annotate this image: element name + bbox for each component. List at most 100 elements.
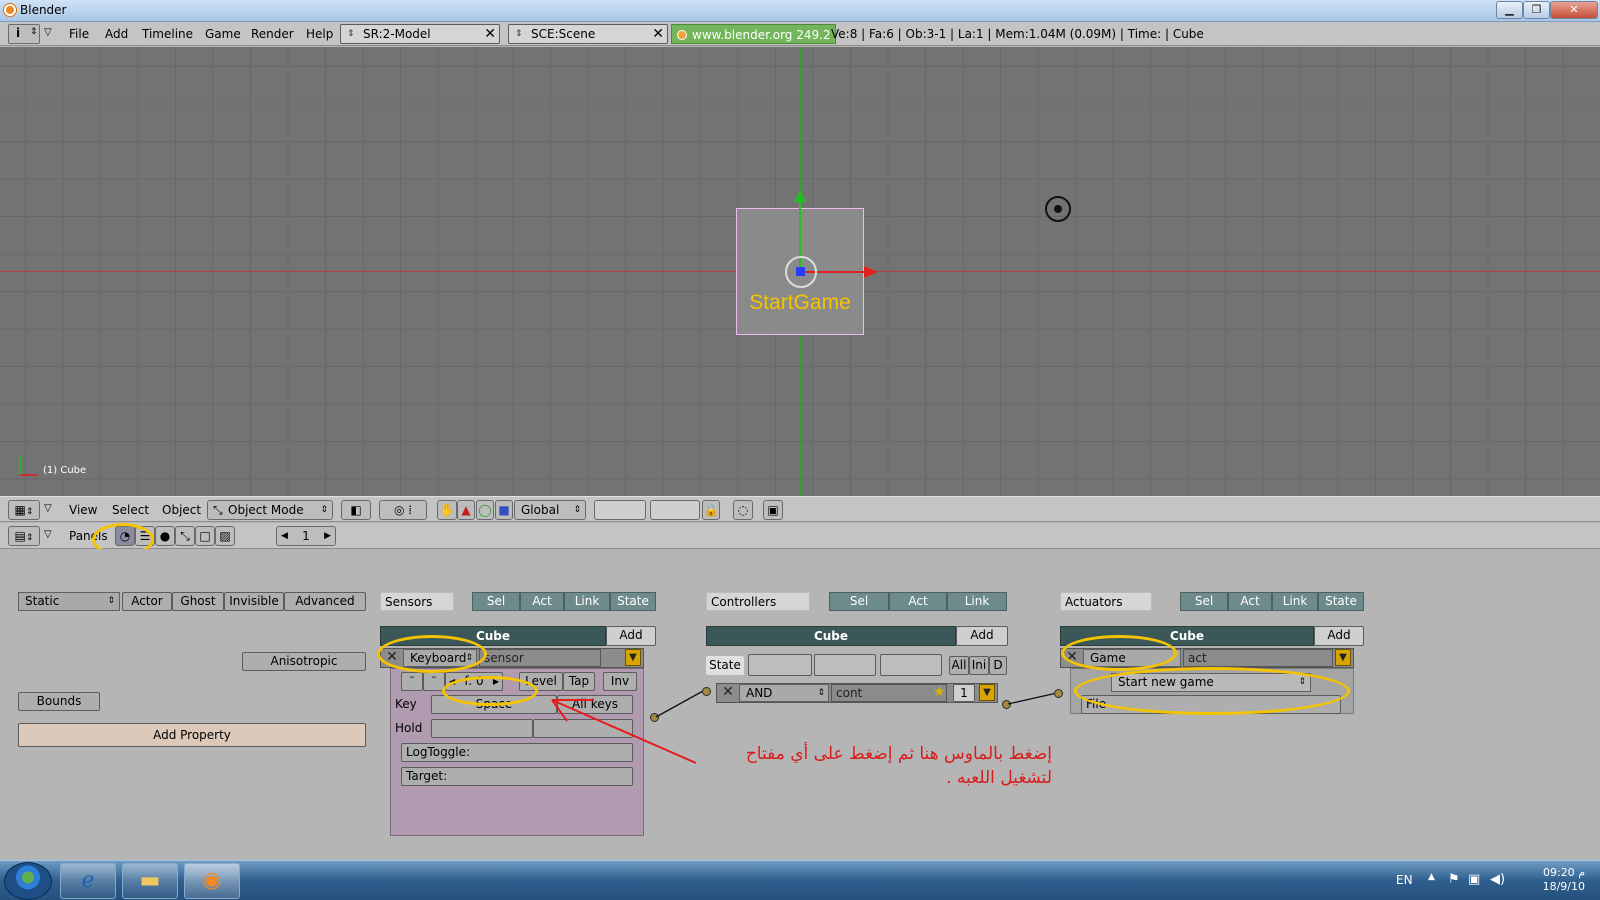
- lamp-icon[interactable]: [1045, 196, 1071, 222]
- start-button[interactable]: [4, 862, 52, 900]
- explorer-folder-icon[interactable]: ▬: [122, 863, 178, 899]
- sensor-controller-link: [655, 690, 704, 718]
- close-screen-icon[interactable]: ✕: [484, 25, 496, 43]
- actuator-input-connector[interactable]: [1054, 689, 1063, 698]
- blender-logo-icon: [4, 4, 16, 16]
- window-title: Blender: [20, 3, 67, 17]
- object-context-button[interactable]: ⤡: [175, 526, 195, 546]
- controller-input-connector[interactable]: [702, 687, 711, 696]
- menu-select[interactable]: Select: [112, 503, 149, 517]
- scene-name: SCE:Scene: [531, 27, 596, 41]
- image-icon: ▨: [219, 529, 231, 543]
- updown-icon: ⇕: [25, 533, 34, 543]
- clock[interactable]: 09:20 م 18/9/10: [1525, 866, 1585, 894]
- mode-selector[interactable]: ⤡ Object Mode ⇕: [207, 500, 333, 520]
- volume-icon[interactable]: ◀): [1490, 872, 1505, 887]
- collapse-triangle-icon[interactable]: ▽: [44, 529, 52, 540]
- editing-context-button[interactable]: □: [195, 526, 215, 546]
- close-button[interactable]: ✕: [1550, 1, 1598, 19]
- updown-icon: ⇕: [347, 29, 355, 39]
- layer-buttons-1[interactable]: [594, 500, 646, 520]
- instruction-line-1: إضغط بالماوس هنا ثم إضغط على أي مفتاح: [745, 744, 1052, 764]
- menu-game[interactable]: Game: [205, 27, 241, 41]
- triangle-icon: ▲: [461, 503, 471, 517]
- pacman-icon: ◔: [119, 529, 131, 543]
- ghost-icon: ◌: [737, 503, 749, 517]
- menu-file[interactable]: File: [69, 27, 89, 41]
- clock-time: 09:20 م: [1542, 866, 1585, 879]
- screen-name: SR:2-Model: [363, 27, 431, 41]
- logic-context-button[interactable]: ◔: [115, 526, 135, 546]
- rotate-button[interactable]: ◯: [476, 500, 494, 520]
- shading-context-button[interactable]: ●: [155, 526, 175, 546]
- collapse-triangle-icon[interactable]: ▽: [44, 27, 52, 38]
- maximize-button[interactable]: ❐: [1523, 1, 1550, 19]
- 3d-viewport[interactable]: StartGame (1) Cube: [0, 47, 1600, 496]
- menu-render[interactable]: Render: [251, 27, 294, 41]
- scale-button[interactable]: ■: [495, 500, 513, 520]
- occlusion-button[interactable]: ◌: [733, 500, 753, 520]
- logic-editor: Static ⇕ Actor Ghost Invisible Advanced …: [0, 549, 1600, 860]
- draw-type-button[interactable]: ◧: [341, 500, 371, 520]
- updown-icon: ⇕: [573, 505, 581, 515]
- menu-timeline[interactable]: Timeline: [142, 27, 193, 41]
- controller-actuator-link: [1007, 692, 1058, 705]
- instruction-line-2: لتشغيل اللعبه .: [946, 768, 1052, 788]
- updown-icon: ⇕: [30, 27, 38, 37]
- cube-draw-icon: ◧: [350, 503, 362, 517]
- menu-view[interactable]: View: [69, 503, 97, 517]
- right-arrow-icon[interactable]: ▶: [324, 527, 331, 545]
- blender-website-link[interactable]: www.blender.org 249.2: [671, 24, 836, 44]
- 3d-view-header: ▦⇕ ▽ View Select Object ⤡ Object Mode ⇕ …: [0, 496, 1600, 522]
- editor-type-button[interactable]: ▤⇕: [8, 526, 40, 546]
- frame-field[interactable]: ◀ 1 ▶: [276, 526, 336, 546]
- info-header: i ⇕ ▽ File Add Timeline Game Render Help…: [0, 22, 1600, 46]
- show-hidden-icons-icon[interactable]: ▲: [1428, 872, 1435, 882]
- buttons-window-icon: ▤: [14, 529, 26, 543]
- collapse-triangle-icon[interactable]: ▽: [44, 503, 52, 514]
- scene-selector[interactable]: ⇕ SCE:Scene ✕: [508, 24, 668, 44]
- orientation-selector[interactable]: Global ⇕: [514, 500, 586, 520]
- internet-explorer-icon[interactable]: ℯ: [60, 863, 116, 899]
- scene-stats: Ve:8 | Fa:6 | Ob:3-1 | La:1 | Mem:1.04M …: [831, 27, 1204, 41]
- left-arrow-icon[interactable]: ◀: [281, 527, 288, 545]
- blender-taskbar-icon[interactable]: ◉: [184, 863, 240, 899]
- manipulator-toggle[interactable]: ✋: [437, 500, 457, 520]
- object-mode-icon: ⤡: [213, 503, 223, 517]
- scene-context-button[interactable]: ▨: [215, 526, 235, 546]
- info-icon: i: [16, 26, 21, 40]
- lock-icon: 🔒: [703, 503, 719, 517]
- menu-add[interactable]: Add: [105, 27, 128, 41]
- menu-object[interactable]: Object: [162, 503, 201, 517]
- square-icon: ■: [498, 503, 510, 517]
- language-indicator[interactable]: EN: [1396, 873, 1413, 887]
- annotation-arrow-line: [551, 699, 697, 764]
- active-object-name: (1) Cube: [43, 465, 87, 476]
- flag-icon[interactable]: ⚑: [1448, 872, 1460, 887]
- minimize-button[interactable]: ▁: [1496, 1, 1523, 19]
- axes-gizmo-icon: [19, 455, 38, 476]
- object-text-label: StartGame: [749, 291, 851, 314]
- translate-button[interactable]: ▲: [457, 500, 475, 520]
- pivot-icon: ◎ ⁞: [393, 503, 413, 517]
- layer-buttons-2[interactable]: [650, 500, 700, 520]
- circle-icon: ◯: [478, 503, 492, 517]
- window-type-button[interactable]: i ⇕: [8, 24, 40, 44]
- menu-help[interactable]: Help: [306, 27, 333, 41]
- render-button[interactable]: ▣: [763, 500, 783, 520]
- y-arrow-icon[interactable]: [794, 190, 806, 202]
- render-icon: ▣: [767, 503, 779, 517]
- lock-layers-button[interactable]: 🔒: [702, 500, 720, 520]
- network-icon[interactable]: ▣: [1468, 872, 1480, 887]
- pivot-button[interactable]: ◎ ⁞: [379, 500, 427, 520]
- close-scene-icon[interactable]: ✕: [652, 25, 664, 43]
- script-context-button[interactable]: ☰: [135, 526, 155, 546]
- taskbar: ℯ ▬ ◉ EN ▲ ⚑ ▣ ◀) 09:20 م 18/9/10: [0, 860, 1600, 900]
- screen-selector[interactable]: ⇕ SR:2-Model ✕: [340, 24, 500, 44]
- orientation-value: Global: [521, 503, 560, 517]
- x-arrow-icon[interactable]: [864, 266, 878, 278]
- editor-type-button[interactable]: ▦⇕: [8, 500, 40, 520]
- frame-value: 1: [302, 529, 310, 543]
- updown-icon: ⇕: [320, 505, 328, 515]
- logic-links: [551, 690, 1058, 764]
